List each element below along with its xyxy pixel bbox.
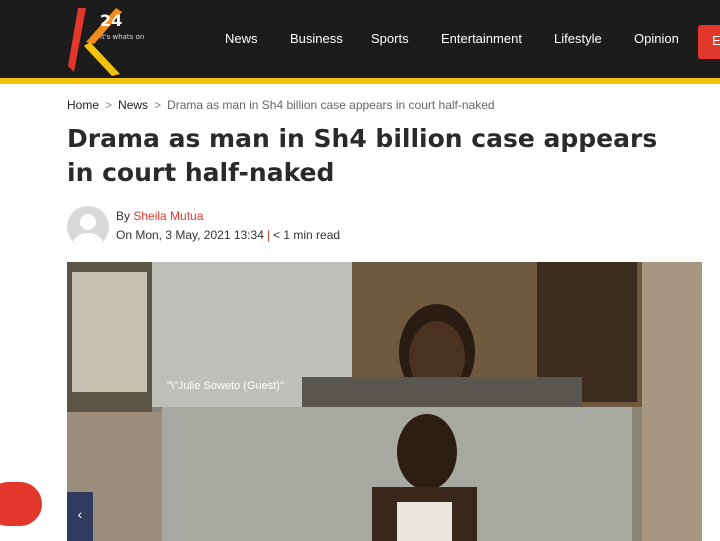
svg-text:24: 24 [100,11,122,30]
header-action-button[interactable]: E [698,25,720,59]
breadcrumb-current: Drama as man in Sh4 billion case appears… [167,98,495,112]
user-silhouette-icon [73,214,103,248]
nav-sports[interactable]: Sports [371,31,409,46]
participant-name-label: "\"Julie Soweto (Guest)" [167,380,284,392]
article-title: Drama as man in Sh4 billion case appears… [67,124,658,187]
breadcrumb: Home > News > Drama as man in Sh4 billion ca… [67,98,495,112]
chevron-left-icon: ‹ [77,506,83,522]
header-accent-stripe [0,78,720,84]
nav-business[interactable]: Business [290,31,343,46]
read-time: < 1 min read [273,228,341,242]
author-avatar[interactable] [67,206,109,248]
nav-lifestyle[interactable]: Lifestyle [554,31,602,46]
author-link[interactable]: Sheila Mutua [133,209,203,223]
breadcrumb-separator: > [154,98,162,112]
nav-entertainment[interactable]: Entertainment [441,31,522,46]
article-hero-image[interactable]: "\"Julie Soweto (Guest)" [67,262,702,541]
notification-bell-button[interactable] [0,482,42,526]
byline-prefix: By [116,209,131,223]
breadcrumb-news[interactable]: News [118,98,148,112]
meta-separator: | [266,228,270,242]
publish-date: On Mon, 3 May, 2021 13:34 [116,228,264,242]
breadcrumb-home[interactable]: Home [67,98,99,112]
logo-tagline: it's whats on [100,33,145,41]
article-meta: On Mon, 3 May, 2021 13:34 | < 1 min read [116,228,340,242]
byline: By Sheila Mutua [116,209,203,223]
video-call-screenshot [67,262,702,541]
carousel-prev-button[interactable]: ‹ [67,492,93,541]
nav-opinion[interactable]: Opinion [634,31,679,46]
breadcrumb-separator: > [105,98,113,112]
nav-news[interactable]: News [225,31,258,46]
